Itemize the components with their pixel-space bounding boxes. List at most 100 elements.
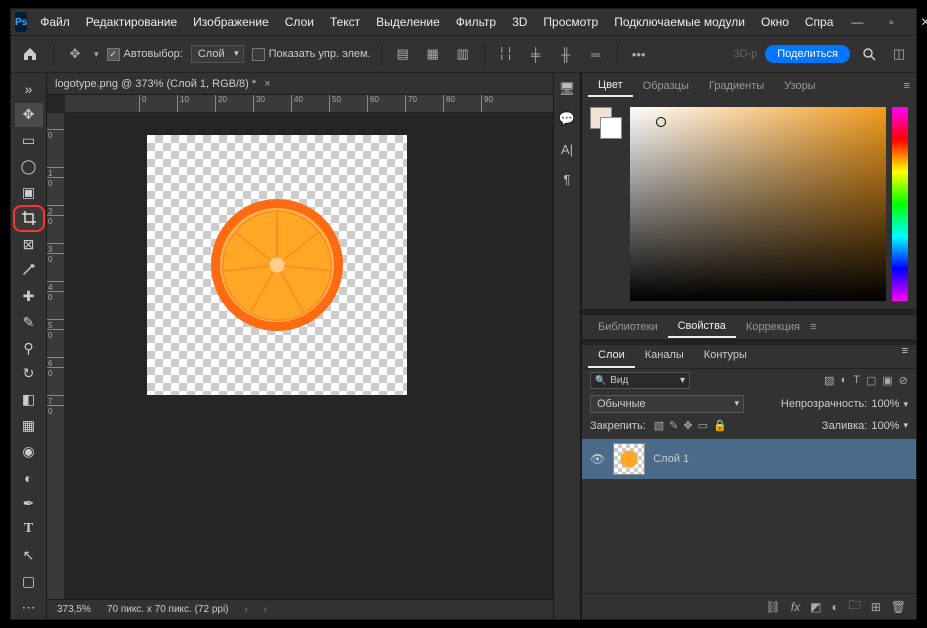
color-panel-menu-icon[interactable]: ≡: [904, 80, 910, 92]
menu-plugins[interactable]: Подключаемые модули: [607, 12, 752, 32]
canvas[interactable]: [65, 113, 553, 599]
color-picker-cursor[interactable]: [656, 117, 666, 127]
lock-pixels-icon[interactable]: ▧: [654, 419, 664, 432]
close-tab-icon[interactable]: ×: [264, 78, 270, 90]
menu-file[interactable]: Файл: [33, 12, 77, 32]
menu-window[interactable]: Окно: [754, 12, 796, 32]
layer-group-icon[interactable]: 🗀: [849, 596, 861, 617]
menu-3d[interactable]: 3D: [505, 12, 534, 32]
filter-smart-icon[interactable]: ▣: [882, 374, 892, 387]
new-layer-icon[interactable]: ⊞: [871, 600, 881, 614]
layer-thumbnail[interactable]: [613, 443, 645, 475]
filter-shape-icon[interactable]: ▢: [866, 374, 876, 387]
search-icon[interactable]: [858, 43, 880, 65]
menu-select[interactable]: Выделение: [369, 12, 447, 32]
tab-patterns[interactable]: Узоры: [774, 76, 825, 96]
lock-all-icon[interactable]: 🔒: [713, 419, 727, 432]
filter-adjust-icon[interactable]: ◐: [841, 374, 848, 387]
color-picker-field[interactable]: [630, 107, 886, 301]
minimize-button[interactable]: —: [840, 10, 874, 34]
autoselect-checkbox[interactable]: ✓ Автовыбор:: [107, 48, 183, 61]
menu-text[interactable]: Текст: [323, 12, 367, 32]
path-select-tool[interactable]: ↖: [15, 543, 43, 567]
tab-swatches[interactable]: Образцы: [633, 76, 699, 96]
object-select-tool[interactable]: ▣: [15, 181, 43, 205]
tab-gradients[interactable]: Градиенты: [699, 76, 774, 96]
dodge-tool[interactable]: ◐: [15, 466, 43, 490]
fill-value[interactable]: 100%: [871, 420, 899, 432]
layer-mask-icon[interactable]: ◩: [810, 600, 821, 614]
lock-position-icon[interactable]: ✥: [683, 419, 692, 432]
filter-pixel-icon[interactable]: ▧: [824, 374, 834, 387]
distribute-3-icon[interactable]: ╫: [555, 43, 577, 65]
menu-edit[interactable]: Редактирование: [79, 12, 184, 32]
document-tab[interactable]: logotype.png @ 373% (Слой 1, RGB/8) * ×: [47, 73, 553, 95]
brush-tool[interactable]: ✎: [15, 310, 43, 334]
autoselect-target-select[interactable]: Слой: [191, 45, 244, 63]
crop-tool[interactable]: [15, 207, 43, 231]
menu-help[interactable]: Спра: [798, 12, 841, 32]
align-center-icon[interactable]: ▦: [422, 43, 444, 65]
status-caret-icon[interactable]: ›: [245, 604, 248, 615]
blend-mode-select[interactable]: Обычные: [590, 395, 744, 413]
frame-tool[interactable]: ⊠: [15, 232, 43, 256]
more-tools[interactable]: ⋯: [15, 595, 43, 619]
panel-icon-3[interactable]: A|: [557, 139, 577, 159]
move-tool[interactable]: ✥: [15, 103, 43, 127]
lasso-tool[interactable]: ◯: [15, 155, 43, 179]
tab-properties[interactable]: Свойства: [668, 316, 736, 338]
layer-name[interactable]: Слой 1: [653, 453, 689, 465]
pen-tool[interactable]: ✒: [15, 492, 43, 516]
type-tool[interactable]: T: [15, 517, 43, 541]
workspace-icon[interactable]: ◫: [888, 43, 910, 65]
close-button[interactable]: ✕: [908, 10, 927, 34]
filter-type-icon[interactable]: T: [853, 374, 860, 387]
layer-filter-select[interactable]: Вид▾: [590, 372, 690, 389]
tab-color[interactable]: Цвет: [588, 75, 633, 97]
background-color-swatch[interactable]: [600, 117, 622, 139]
gradient-tool[interactable]: ▦: [15, 414, 43, 438]
home-button[interactable]: [17, 41, 43, 67]
healing-tool[interactable]: ✚: [15, 284, 43, 308]
layer-fx-icon[interactable]: fx: [791, 600, 800, 614]
zoom-level[interactable]: 373,5%: [57, 604, 91, 615]
tab-layers[interactable]: Слои: [588, 345, 635, 368]
shape-tool[interactable]: ▢: [15, 569, 43, 593]
panel-icon-4[interactable]: ¶: [557, 169, 577, 189]
layers-panel-menu-icon[interactable]: ≡: [902, 345, 908, 368]
visibility-toggle-icon[interactable]: 👁: [590, 452, 605, 466]
stamp-tool[interactable]: ⚲: [15, 336, 43, 360]
eraser-tool[interactable]: ◧: [15, 388, 43, 412]
marquee-tool[interactable]: ▭: [15, 129, 43, 153]
menu-view[interactable]: Просмотр: [536, 12, 605, 32]
hue-slider[interactable]: [892, 107, 908, 301]
panel-icon-2[interactable]: 💬: [557, 109, 577, 129]
align-right-icon[interactable]: ▥: [452, 43, 474, 65]
lock-brush-icon[interactable]: ✎: [669, 419, 678, 432]
menu-filter[interactable]: Фильтр: [449, 12, 503, 32]
distribute-4-icon[interactable]: ═: [585, 43, 607, 65]
more-options-icon[interactable]: •••: [628, 43, 650, 65]
status-nav-left-icon[interactable]: ‹: [264, 604, 267, 615]
expand-tools-icon[interactable]: »: [15, 77, 43, 101]
share-button[interactable]: Поделиться: [765, 45, 850, 63]
adjustment-layer-icon[interactable]: ◐: [831, 600, 838, 614]
history-brush-tool[interactable]: ↻: [15, 362, 43, 386]
align-left-icon[interactable]: ▤: [392, 43, 414, 65]
panel-icon-1[interactable]: 🖥: [557, 79, 577, 99]
filter-toggle-icon[interactable]: ⊘: [899, 374, 908, 387]
menu-layer[interactable]: Слои: [278, 12, 321, 32]
show-transform-checkbox[interactable]: Показать упр. элем.: [252, 48, 371, 61]
distribute-1-icon[interactable]: ╎╎: [495, 43, 517, 65]
link-layers-icon[interactable]: ⛓: [766, 600, 781, 614]
tab-channels[interactable]: Каналы: [635, 345, 694, 368]
props-panel-menu-icon[interactable]: ≡: [810, 321, 816, 333]
opacity-value[interactable]: 100%: [871, 398, 899, 410]
eyedropper-tool[interactable]: [15, 258, 43, 282]
tab-libraries[interactable]: Библиотеки: [588, 317, 668, 337]
tab-paths[interactable]: Контуры: [694, 345, 757, 368]
distribute-2-icon[interactable]: ╪: [525, 43, 547, 65]
maximize-button[interactable]: ▫: [874, 10, 908, 34]
delete-layer-icon[interactable]: 🗑: [891, 600, 906, 614]
layer-row[interactable]: 👁 Слой 1: [582, 439, 916, 479]
